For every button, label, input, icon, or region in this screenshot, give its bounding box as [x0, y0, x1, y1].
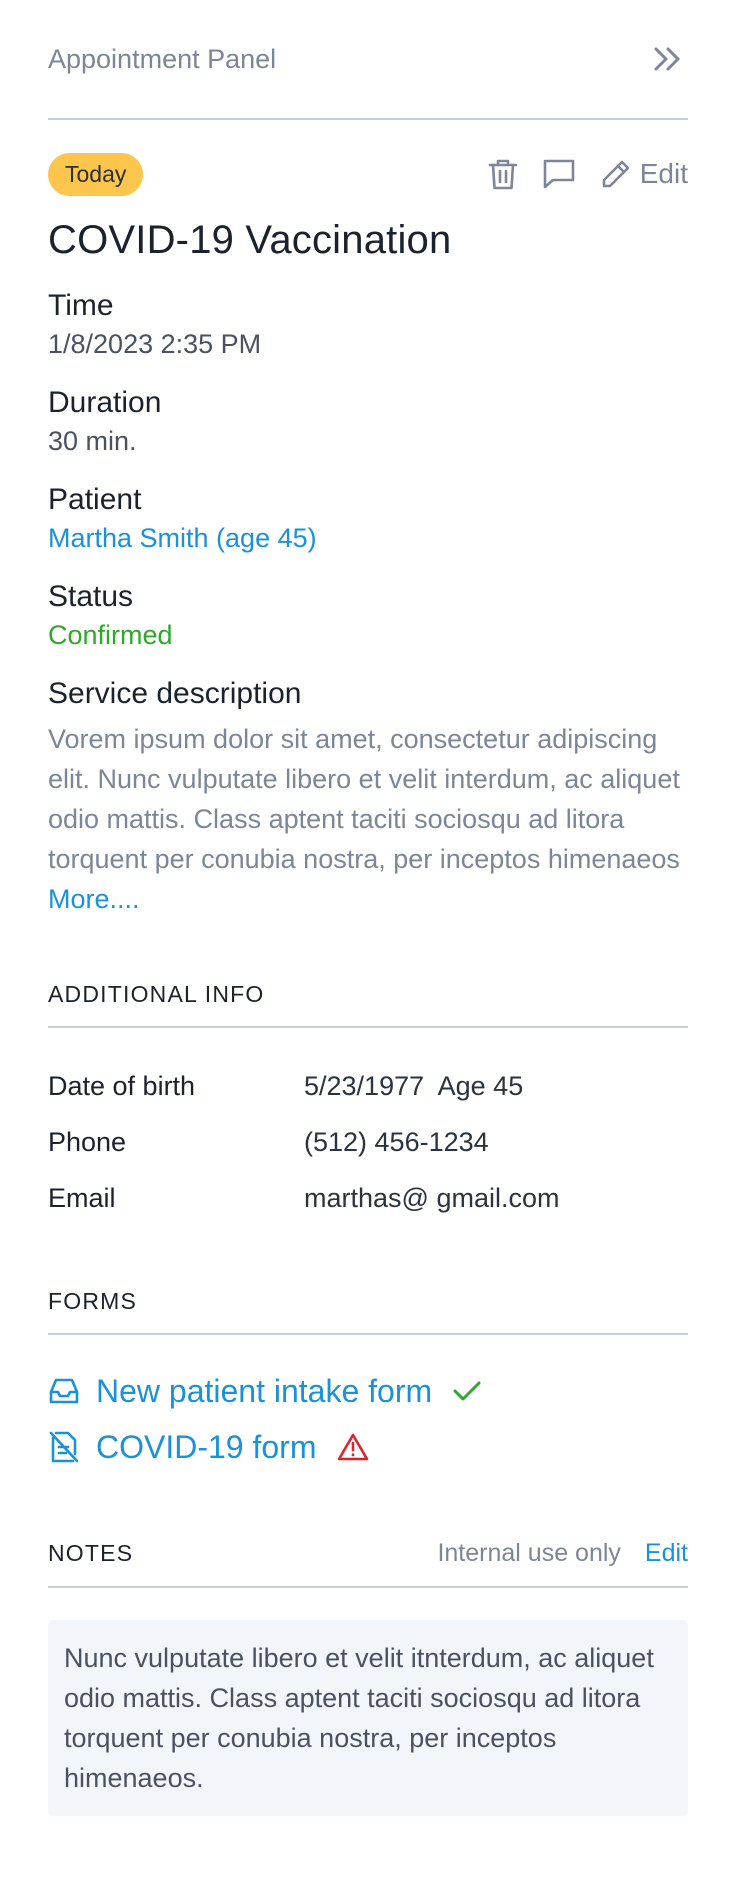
service-description: Vorem ipsum dolor sit amet, consectetur …	[48, 719, 688, 919]
appointment-panel: Appointment Panel Today Edit COVID-19 Va…	[0, 0, 736, 1902]
inbox-icon	[49, 1378, 79, 1404]
patient-field: Patient Martha Smith (age 45)	[48, 483, 688, 554]
email-value: marthas@ gmail.com	[304, 1182, 560, 1213]
edit-label: Edit	[639, 158, 688, 189]
notes-heading: NOTES	[48, 1540, 134, 1566]
internal-use-label: Internal use only	[437, 1539, 621, 1567]
form-item-covid: COVID-19 form	[48, 1419, 688, 1475]
trash-icon	[488, 159, 518, 190]
additional-info-section: ADDITIONAL INFO Date of birth 5/23/1977 …	[48, 981, 688, 1226]
appointment-actions-row: Today Edit	[48, 152, 688, 196]
info-row-phone: Phone (512) 456-1234	[48, 1114, 688, 1170]
service-description-label: Service description	[48, 677, 302, 710]
duration-field: Duration 30 min.	[48, 386, 688, 457]
time-field: Time 1/8/2023 2:35 PM	[48, 289, 688, 360]
pencil-icon	[602, 160, 630, 188]
edit-notes-button[interactable]: Edit	[645, 1539, 688, 1568]
service-description-field: Service description Vorem ipsum dolor si…	[48, 677, 688, 919]
double-chevron-right-icon	[654, 47, 680, 71]
phone-label: Phone	[48, 1126, 127, 1157]
notes-header: NOTES Internal use only Edit	[48, 1539, 688, 1588]
forms-section: FORMS New patient intake form COVID-19 f…	[48, 1288, 688, 1475]
panel-header: Appointment Panel	[48, 0, 688, 120]
notes-box: Nunc vulputate libero et velit itnterdum…	[48, 1620, 688, 1816]
status-field: Status Confirmed	[48, 580, 688, 651]
additional-info-table: Date of birth 5/23/1977 Age 45 Phone (51…	[48, 1058, 688, 1226]
patient-label: Patient	[48, 483, 142, 516]
info-row-email: Email marthas@ gmail.com	[48, 1170, 688, 1226]
delete-button[interactable]	[488, 157, 518, 191]
intake-form-link[interactable]: New patient intake form	[96, 1373, 432, 1410]
forms-heading: FORMS	[48, 1288, 138, 1314]
file-off-icon	[49, 1431, 79, 1463]
collapse-panel-button[interactable]	[648, 39, 688, 79]
chat-icon	[543, 159, 575, 189]
additional-info-heading: ADDITIONAL INFO	[48, 981, 265, 1007]
form-item-intake: New patient intake form	[48, 1363, 688, 1419]
covid-form-link[interactable]: COVID-19 form	[96, 1429, 316, 1466]
message-button[interactable]	[542, 158, 576, 190]
phone-value: (512) 456-1234	[304, 1126, 489, 1157]
notes-section: NOTES Internal use only Edit Nunc vulput…	[48, 1539, 688, 1816]
status-value: Confirmed	[48, 620, 173, 650]
appointment-title: COVID-19 Vaccination	[48, 218, 452, 262]
forms-header: FORMS	[48, 1288, 688, 1335]
appointment-actions: Edit	[488, 157, 688, 191]
info-row-dob: Date of birth 5/23/1977 Age 45	[48, 1058, 688, 1114]
duration-value: 30 min.	[48, 426, 137, 456]
dob-label: Date of birth	[48, 1070, 196, 1101]
warning-icon	[338, 1433, 369, 1461]
time-value: 1/8/2023 2:35 PM	[48, 329, 262, 359]
dob-value: 5/23/1977 Age 45	[304, 1070, 524, 1101]
notes-header-right: Internal use only Edit	[437, 1539, 688, 1568]
duration-label: Duration	[48, 386, 162, 419]
service-description-text: Vorem ipsum dolor sit amet, consectetur …	[48, 724, 680, 874]
checkmark-icon	[453, 1381, 481, 1401]
edit-appointment-button[interactable]: Edit	[600, 158, 688, 190]
today-badge: Today	[48, 152, 144, 196]
status-label: Status	[48, 580, 134, 613]
additional-info-header: ADDITIONAL INFO	[48, 981, 688, 1028]
time-label: Time	[48, 289, 114, 322]
more-link[interactable]: More....	[48, 884, 140, 914]
email-label: Email	[48, 1182, 116, 1213]
patient-link[interactable]: Martha Smith (age 45)	[48, 523, 688, 554]
panel-title: Appointment Panel	[48, 43, 277, 74]
forms-list: New patient intake form COVID-19 form	[48, 1363, 688, 1475]
